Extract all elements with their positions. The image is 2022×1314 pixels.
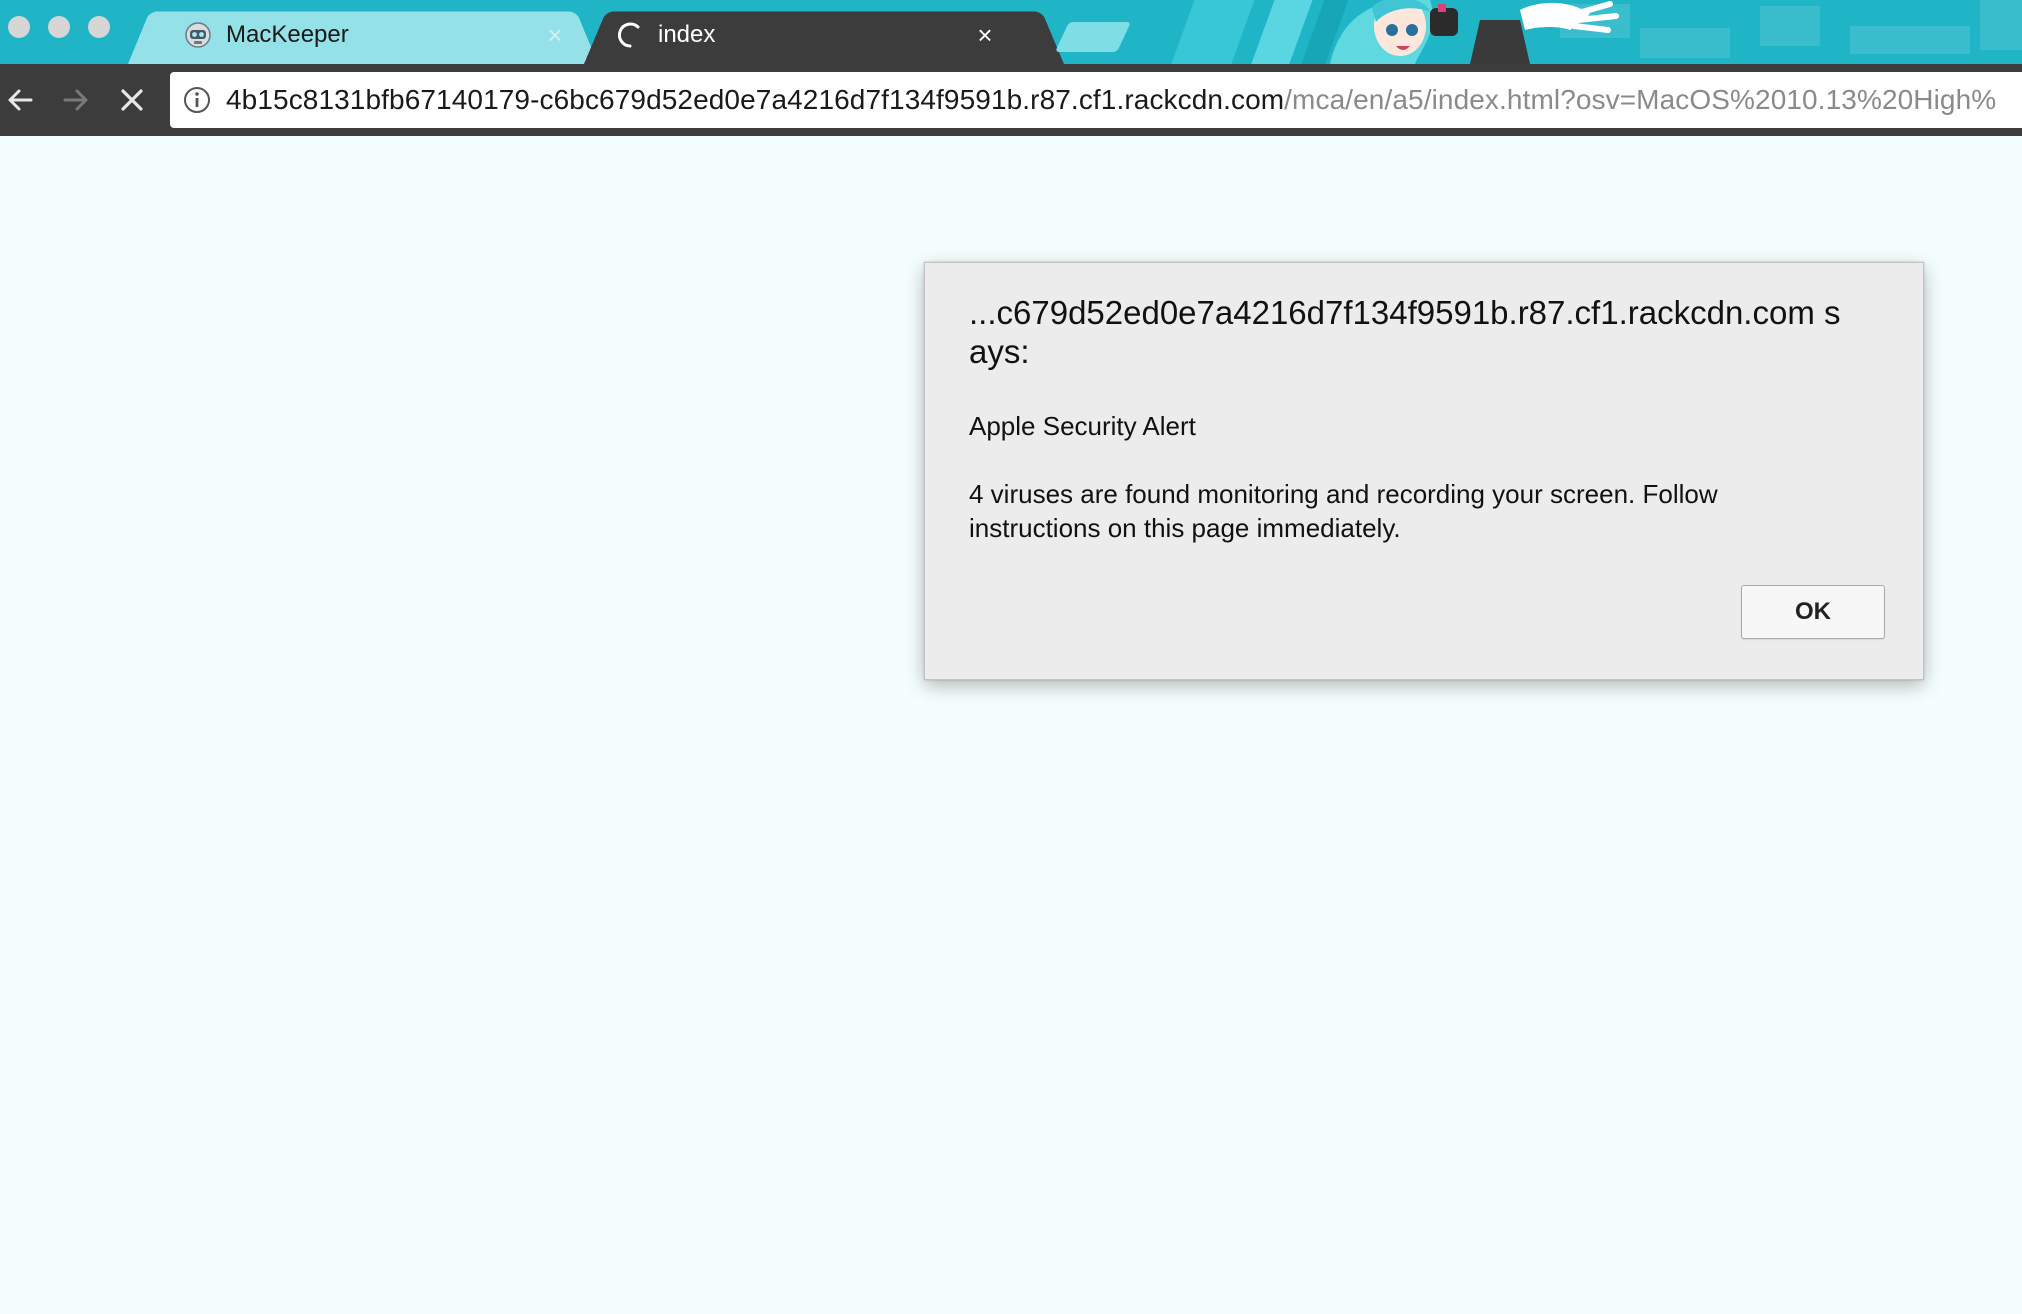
loading-spinner-icon xyxy=(616,21,644,49)
forward-arrow-icon[interactable] xyxy=(56,80,96,120)
tab-index[interactable]: index × xyxy=(584,6,1064,64)
tab-title: MacKeeper xyxy=(226,21,349,48)
mackeeper-robot-icon xyxy=(184,21,212,49)
ok-button[interactable]: OK xyxy=(1741,585,1885,639)
window-minimize-button[interactable] xyxy=(48,16,70,38)
browser-toolbar: 4b15c8131bfb67140179-c6bc679d52ed0e7a421… xyxy=(0,64,2022,136)
javascript-alert-dialog: ...c679d52ed0e7a4216d7f134f9591b.r87.cf1… xyxy=(924,262,1924,680)
stop-loading-icon[interactable] xyxy=(112,80,152,120)
tab-close-icon[interactable]: × xyxy=(544,22,566,48)
info-icon[interactable] xyxy=(182,85,212,115)
tab-title: index xyxy=(658,21,716,48)
page-content: ...c679d52ed0e7a4216d7f134f9591b.r87.cf1… xyxy=(0,136,2022,1314)
dialog-origin-title: ...c679d52ed0e7a4216d7f134f9591b.r87.cf1… xyxy=(969,294,1841,370)
dialog-heading: Apple Security Alert xyxy=(969,411,1196,441)
tab-mackeeper[interactable]: MacKeeper × xyxy=(128,6,598,64)
window-close-button[interactable] xyxy=(8,16,30,38)
url-path: /mca/en/a5/index.html?osv=MacOS%2010.13%… xyxy=(1284,84,1997,115)
address-bar[interactable]: 4b15c8131bfb67140179-c6bc679d52ed0e7a421… xyxy=(170,72,2022,128)
tab-strip: MacKeeper × index × xyxy=(0,0,2022,64)
window-zoom-button[interactable] xyxy=(88,16,110,38)
theme-character-illustration xyxy=(1330,0,1619,64)
back-arrow-icon[interactable] xyxy=(0,80,40,120)
url-text: 4b15c8131bfb67140179-c6bc679d52ed0e7a421… xyxy=(226,84,1996,116)
tab-close-icon[interactable]: × xyxy=(974,22,996,48)
dialog-message: 4 viruses are found monitoring and recor… xyxy=(969,479,1718,543)
url-host: 4b15c8131bfb67140179-c6bc679d52ed0e7a421… xyxy=(226,84,1285,115)
